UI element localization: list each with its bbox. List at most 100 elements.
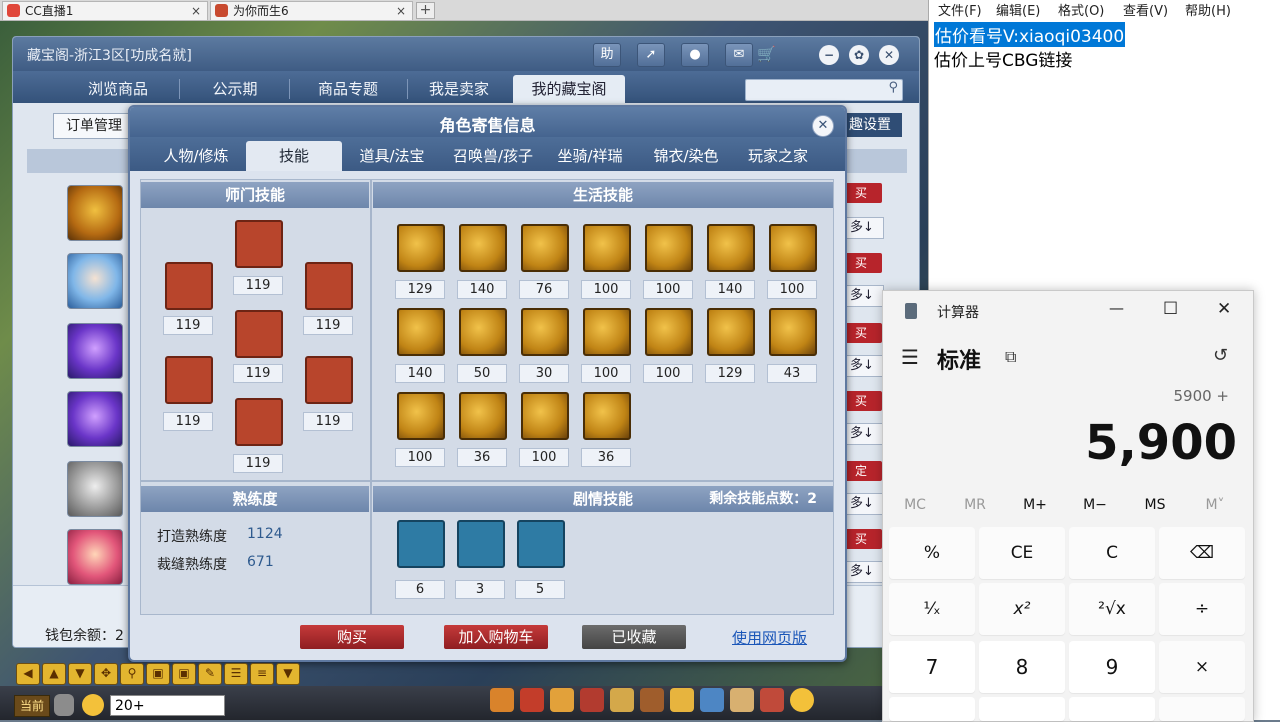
minus-key[interactable] [1159,697,1245,721]
help-button[interactable]: 助 [593,43,621,67]
square-root-key[interactable]: ²√x [1069,583,1155,635]
role-avatar[interactable] [67,391,123,447]
school-skill-icon[interactable] [235,220,283,268]
nav-my-cbg[interactable]: 我的藏宝阁 [513,75,625,103]
dropdown-icon[interactable]: ▼ [276,663,300,685]
nav-announce[interactable]: 公示期 [185,75,285,103]
digit-9-key[interactable]: 9 [1069,641,1155,693]
story-skill-icon[interactable] [457,520,505,568]
life-skill-icon[interactable] [707,224,755,272]
brush-icon[interactable]: ✎ [198,663,222,685]
life-skill-icon[interactable] [459,308,507,356]
lock-icon[interactable]: ▣ [172,663,196,685]
story-skill-icon[interactable] [397,520,445,568]
memory-add-button[interactable]: M+ [1005,497,1065,513]
life-skill-icon[interactable] [521,224,569,272]
nav-seller[interactable]: 我是卖家 [409,75,509,103]
life-skill-icon[interactable] [583,224,631,272]
story-skill-icon[interactable] [517,520,565,568]
close-tab-icon[interactable]: × [191,2,201,20]
move-icon[interactable]: ✥ [94,663,118,685]
life-skill-icon[interactable] [707,308,755,356]
game-shortcut-icon[interactable] [550,688,574,712]
list-icon[interactable]: ≡ [250,663,274,685]
browser-tab-cc-live[interactable]: CC直播1 × [2,1,208,20]
life-skill-icon[interactable] [583,308,631,356]
add-to-cart-button[interactable]: 加入购物车 [444,625,548,649]
close-icon[interactable]: ✕ [1217,299,1231,319]
school-skill-icon[interactable] [235,310,283,358]
role-avatar[interactable] [67,185,123,241]
percent-key[interactable]: % [889,527,975,579]
school-skill-icon[interactable] [165,262,213,310]
message-icon[interactable]: ✉ [725,43,753,67]
school-skill-icon[interactable] [305,356,353,404]
arrow-up-icon[interactable]: ▲ [42,663,66,685]
menu-file[interactable]: 文件(F) [938,0,982,19]
life-skill-icon[interactable] [769,224,817,272]
school-skill-icon[interactable] [235,398,283,446]
memory-recall-button[interactable]: MR [945,497,1005,513]
clear-key[interactable]: C [1069,527,1155,579]
memory-subtract-button[interactable]: M− [1065,497,1125,513]
tab-character[interactable]: 人物/修炼 [146,141,246,171]
tab-items[interactable]: 道具/法宝 [342,141,442,171]
digit-7-key[interactable]: 7 [889,641,975,693]
life-skill-icon[interactable] [397,224,445,272]
digit-8-key[interactable]: 8 [979,641,1065,693]
game-shortcut-icon[interactable] [610,688,634,712]
favorited-button[interactable]: 已收藏 [582,625,686,649]
dialog-close-icon[interactable]: ✕ [812,115,834,137]
tab-pets[interactable]: 召唤兽/孩子 [438,141,548,171]
menu-view[interactable]: 查看(V) [1123,0,1168,19]
game-shortcut-icon[interactable] [730,688,754,712]
microphone-icon[interactable] [54,694,74,716]
browser-tab-game[interactable]: 为你而生6 × [210,1,413,20]
hamburger-menu-icon[interactable]: ☰ [901,345,919,369]
life-skill-icon[interactable] [645,308,693,356]
memory-list-button[interactable]: M˅ [1185,497,1245,513]
gear-icon[interactable]: ✿ [849,45,869,65]
lock-icon[interactable]: ▣ [146,663,170,685]
school-skill-icon[interactable] [165,356,213,404]
emoji-icon[interactable] [82,694,104,716]
menu-help[interactable]: 帮助(H) [1185,0,1231,19]
current-channel-button[interactable]: 当前 [14,695,50,717]
menu-edit[interactable]: 编辑(E) [996,0,1040,19]
keep-on-top-icon[interactable]: ⧉ [1005,347,1016,367]
game-shortcut-icon[interactable] [790,688,814,712]
tab-outfits[interactable]: 锦衣/染色 [636,141,736,171]
game-shortcut-icon[interactable] [640,688,664,712]
new-tab-button[interactable]: + [416,2,435,19]
life-skill-icon[interactable] [583,392,631,440]
reciprocal-key[interactable]: ¹⁄ₓ [889,583,975,635]
role-avatar[interactable] [67,529,123,585]
life-skill-icon[interactable] [769,308,817,356]
interest-settings-button[interactable]: 趣设置 [838,113,902,137]
close-icon[interactable]: ✕ [879,45,899,65]
close-tab-icon[interactable]: × [396,2,406,20]
digit-6-key[interactable] [1069,697,1155,721]
life-skill-icon[interactable] [645,224,693,272]
minimize-icon[interactable]: − [819,45,839,65]
life-skill-icon[interactable] [521,392,569,440]
role-avatar[interactable] [67,253,123,309]
chat-icon[interactable]: ☰ [224,663,248,685]
digit-4-key[interactable] [889,697,975,721]
tab-player-home[interactable]: 玩家之家 [730,141,826,171]
menu-format[interactable]: 格式(O) [1058,0,1104,19]
multiply-key[interactable]: × [1159,641,1245,693]
order-management-button[interactable]: 订单管理 [53,113,135,139]
notepad-text-line[interactable]: 估价上号CBG链接 [934,46,1072,71]
life-skill-icon[interactable] [459,224,507,272]
game-shortcut-icon[interactable] [700,688,724,712]
memory-store-button[interactable]: MS [1125,497,1185,513]
web-version-link[interactable]: 使用网页版 [732,627,807,648]
game-shortcut-icon[interactable] [670,688,694,712]
history-icon[interactable]: ↺ [1213,345,1228,366]
game-shortcut-icon[interactable] [760,688,784,712]
item-avatar[interactable] [67,461,123,517]
nav-browse[interactable]: 浏览商品 [63,75,173,103]
tab-mounts[interactable]: 坐骑/祥瑞 [540,141,640,171]
search-input[interactable]: ⚲ [745,79,903,101]
